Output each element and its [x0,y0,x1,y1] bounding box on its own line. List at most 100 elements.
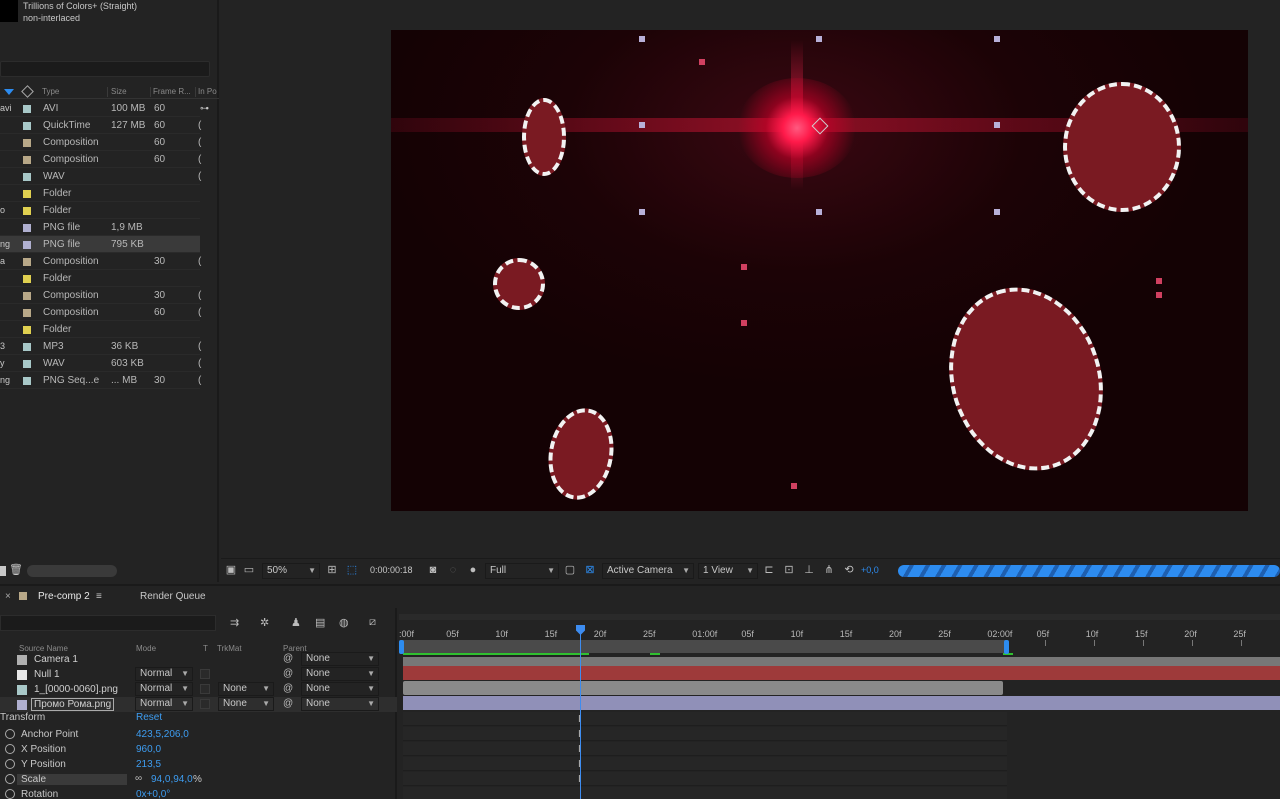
camera-view-dropdown[interactable]: Active Camera ▼ [602,563,694,579]
project-item-row[interactable]: Folder [0,270,200,287]
label-color-swatch[interactable] [23,156,31,164]
comp-mini-flowchart-icon[interactable]: ⇉ [230,616,239,629]
zoom-dropdown[interactable]: 50% ▼ [262,563,320,579]
motion-blur-icon[interactable]: ◍ [339,616,349,629]
label-color-swatch[interactable] [23,105,31,113]
timeline-search-input[interactable] [0,615,216,631]
show-snapshot-icon[interactable]: ◌ [447,565,459,576]
view-layout-dropdown[interactable]: 1 View ▼ [698,563,758,579]
project-item-row[interactable]: PNG file 1,9 MB [0,219,200,236]
current-timecode[interactable]: 0:00:00:18 [370,565,413,575]
track-precomp[interactable] [403,681,1003,695]
project-search-input[interactable] [0,61,210,77]
label-color-swatch[interactable] [23,241,31,249]
project-item-row[interactable]: a Composition 30 ( [0,253,201,270]
project-item-row[interactable]: Composition 30 ( [0,287,201,304]
project-item-row[interactable]: QuickTime 127 MB 60 ( [0,117,201,134]
flowchart-icon[interactable]: ⋔ [823,565,835,576]
track-matte-dropdown[interactable]: None ▼ [218,697,274,711]
parent-dropdown[interactable]: None ▼ [301,682,379,696]
parent-dropdown[interactable]: None ▼ [301,652,379,666]
parent-dropdown[interactable]: None ▼ [301,667,379,681]
transform-property-row[interactable]: Anchor Point 423,5,206,0 [0,727,397,742]
track-null[interactable] [403,666,1280,680]
layer-name[interactable]: 1_[0000-0060].png [34,684,118,695]
region-of-interest-icon[interactable]: ⬚ [346,565,358,576]
transform-property-row[interactable]: Rotation 0x+0,0° [0,787,397,799]
shy-layers-icon[interactable]: ♟ [291,616,301,629]
pick-whip-icon[interactable]: @ [283,698,293,709]
options-icon[interactable] [0,566,6,576]
layer-mode-dropdown[interactable]: Normal ▼ [135,682,193,696]
label-color-swatch[interactable] [23,377,31,385]
tab-render-queue[interactable]: Render Queue [140,591,206,602]
project-item-row[interactable]: ng PNG file 795 KB [0,236,200,253]
project-item-row[interactable]: avi AVI 100 MB 60 [0,100,200,117]
transform-property-row[interactable]: Scale ∞ 94,0,94,0% [0,772,397,787]
project-item-row[interactable]: Folder [0,321,200,338]
transparency-grid-icon[interactable]: ⊠ [584,565,596,576]
stopwatch-icon[interactable] [5,789,15,799]
property-value[interactable]: 0x+0,0° [136,789,170,799]
label-color-swatch[interactable] [23,224,31,232]
project-item-row[interactable]: Composition 60 ( [0,304,201,321]
graph-editor-icon[interactable]: ⧄ [369,616,376,629]
always-preview-icon[interactable]: ▣ [225,565,237,576]
work-area-start-handle[interactable] [399,640,404,654]
label-color-swatch[interactable] [23,173,31,181]
monitor-icon[interactable]: ▭ [243,565,255,576]
tab-menu-icon[interactable]: ≡ [96,591,102,602]
preserve-transparency-toggle[interactable] [200,669,210,679]
exposure-value[interactable]: +0,0 [861,565,879,575]
preserve-transparency-toggle[interactable] [200,699,210,709]
header-frame-rate[interactable]: Frame R... [153,87,191,96]
transform-group-label[interactable]: Transform [0,712,45,723]
stopwatch-icon[interactable] [5,729,15,739]
layer-name[interactable]: Camera 1 [34,654,78,665]
snapshot-camera-icon[interactable]: ◙ [427,565,439,576]
transform-reset-link[interactable]: Reset [136,712,162,723]
layer-name[interactable]: Null 1 [34,669,60,680]
draft-3d-icon[interactable]: ⊡ [783,565,795,576]
layer-row[interactable]: Промо Рома.png Normal ▼ None ▼ @ None ▼ [0,697,397,712]
layer-row[interactable]: Null 1 Normal ▼ @ None ▼ [0,667,397,682]
label-color-swatch[interactable] [23,139,31,147]
project-horizontal-scrollbar[interactable] [27,565,117,577]
resolution-dropdown[interactable]: Full ▼ [485,563,559,579]
preserve-transparency-toggle[interactable] [200,684,210,694]
stopwatch-icon[interactable] [5,759,15,769]
label-color-swatch[interactable] [23,343,31,351]
layer-row[interactable]: 1_[0000-0060].png Normal ▼ None ▼ @ None ▼ [0,682,397,697]
sort-chevron-icon[interactable] [4,89,14,95]
label-color-swatch[interactable] [23,207,31,215]
fast-previews-icon[interactable]: ▢ [564,565,576,576]
trash-icon[interactable]: 🗑 [9,565,23,576]
toggle-pixel-aspect-icon[interactable]: ⊏ [763,565,775,576]
project-item-row[interactable]: Composition 60 ( [0,151,201,168]
property-value[interactable]: 960,0 [136,744,161,755]
work-area-bar[interactable] [403,640,1007,653]
track-matte-dropdown[interactable]: None ▼ [218,682,274,696]
draft-3d-toggle-icon[interactable]: ✲ [260,616,269,629]
label-tag-icon[interactable] [21,85,34,98]
project-item-row[interactable]: y WAV 603 KB ( [0,355,201,372]
property-value[interactable]: 213,5 [136,759,161,770]
property-value[interactable]: 94,0,94,0 [151,774,193,785]
color-channels-icon[interactable]: ● [467,565,479,576]
project-item-row[interactable]: ng PNG Seq...e ... MB 30 ( [0,372,201,389]
label-color-swatch[interactable] [23,190,31,198]
project-item-row[interactable]: Folder [0,185,200,202]
label-color-swatch[interactable] [23,360,31,368]
extended-viewer-icon[interactable]: ⊥ [803,565,815,576]
pick-whip-icon[interactable]: @ [283,653,293,664]
project-item-row[interactable]: 3 MP3 36 KB ( [0,338,201,355]
layer-mode-dropdown[interactable]: Normal ▼ [135,697,193,711]
label-color-swatch[interactable] [23,122,31,130]
layer-mode-dropdown[interactable]: Normal ▼ [135,667,193,681]
pick-whip-icon[interactable]: @ [283,683,293,694]
transform-property-row[interactable]: Y Position 213,5 [0,757,397,772]
constrain-proportions-icon[interactable]: ∞ [135,773,142,784]
composition-canvas[interactable] [391,30,1248,511]
property-value[interactable]: 423,5,206,0 [136,729,189,740]
current-time-indicator[interactable] [580,625,581,799]
